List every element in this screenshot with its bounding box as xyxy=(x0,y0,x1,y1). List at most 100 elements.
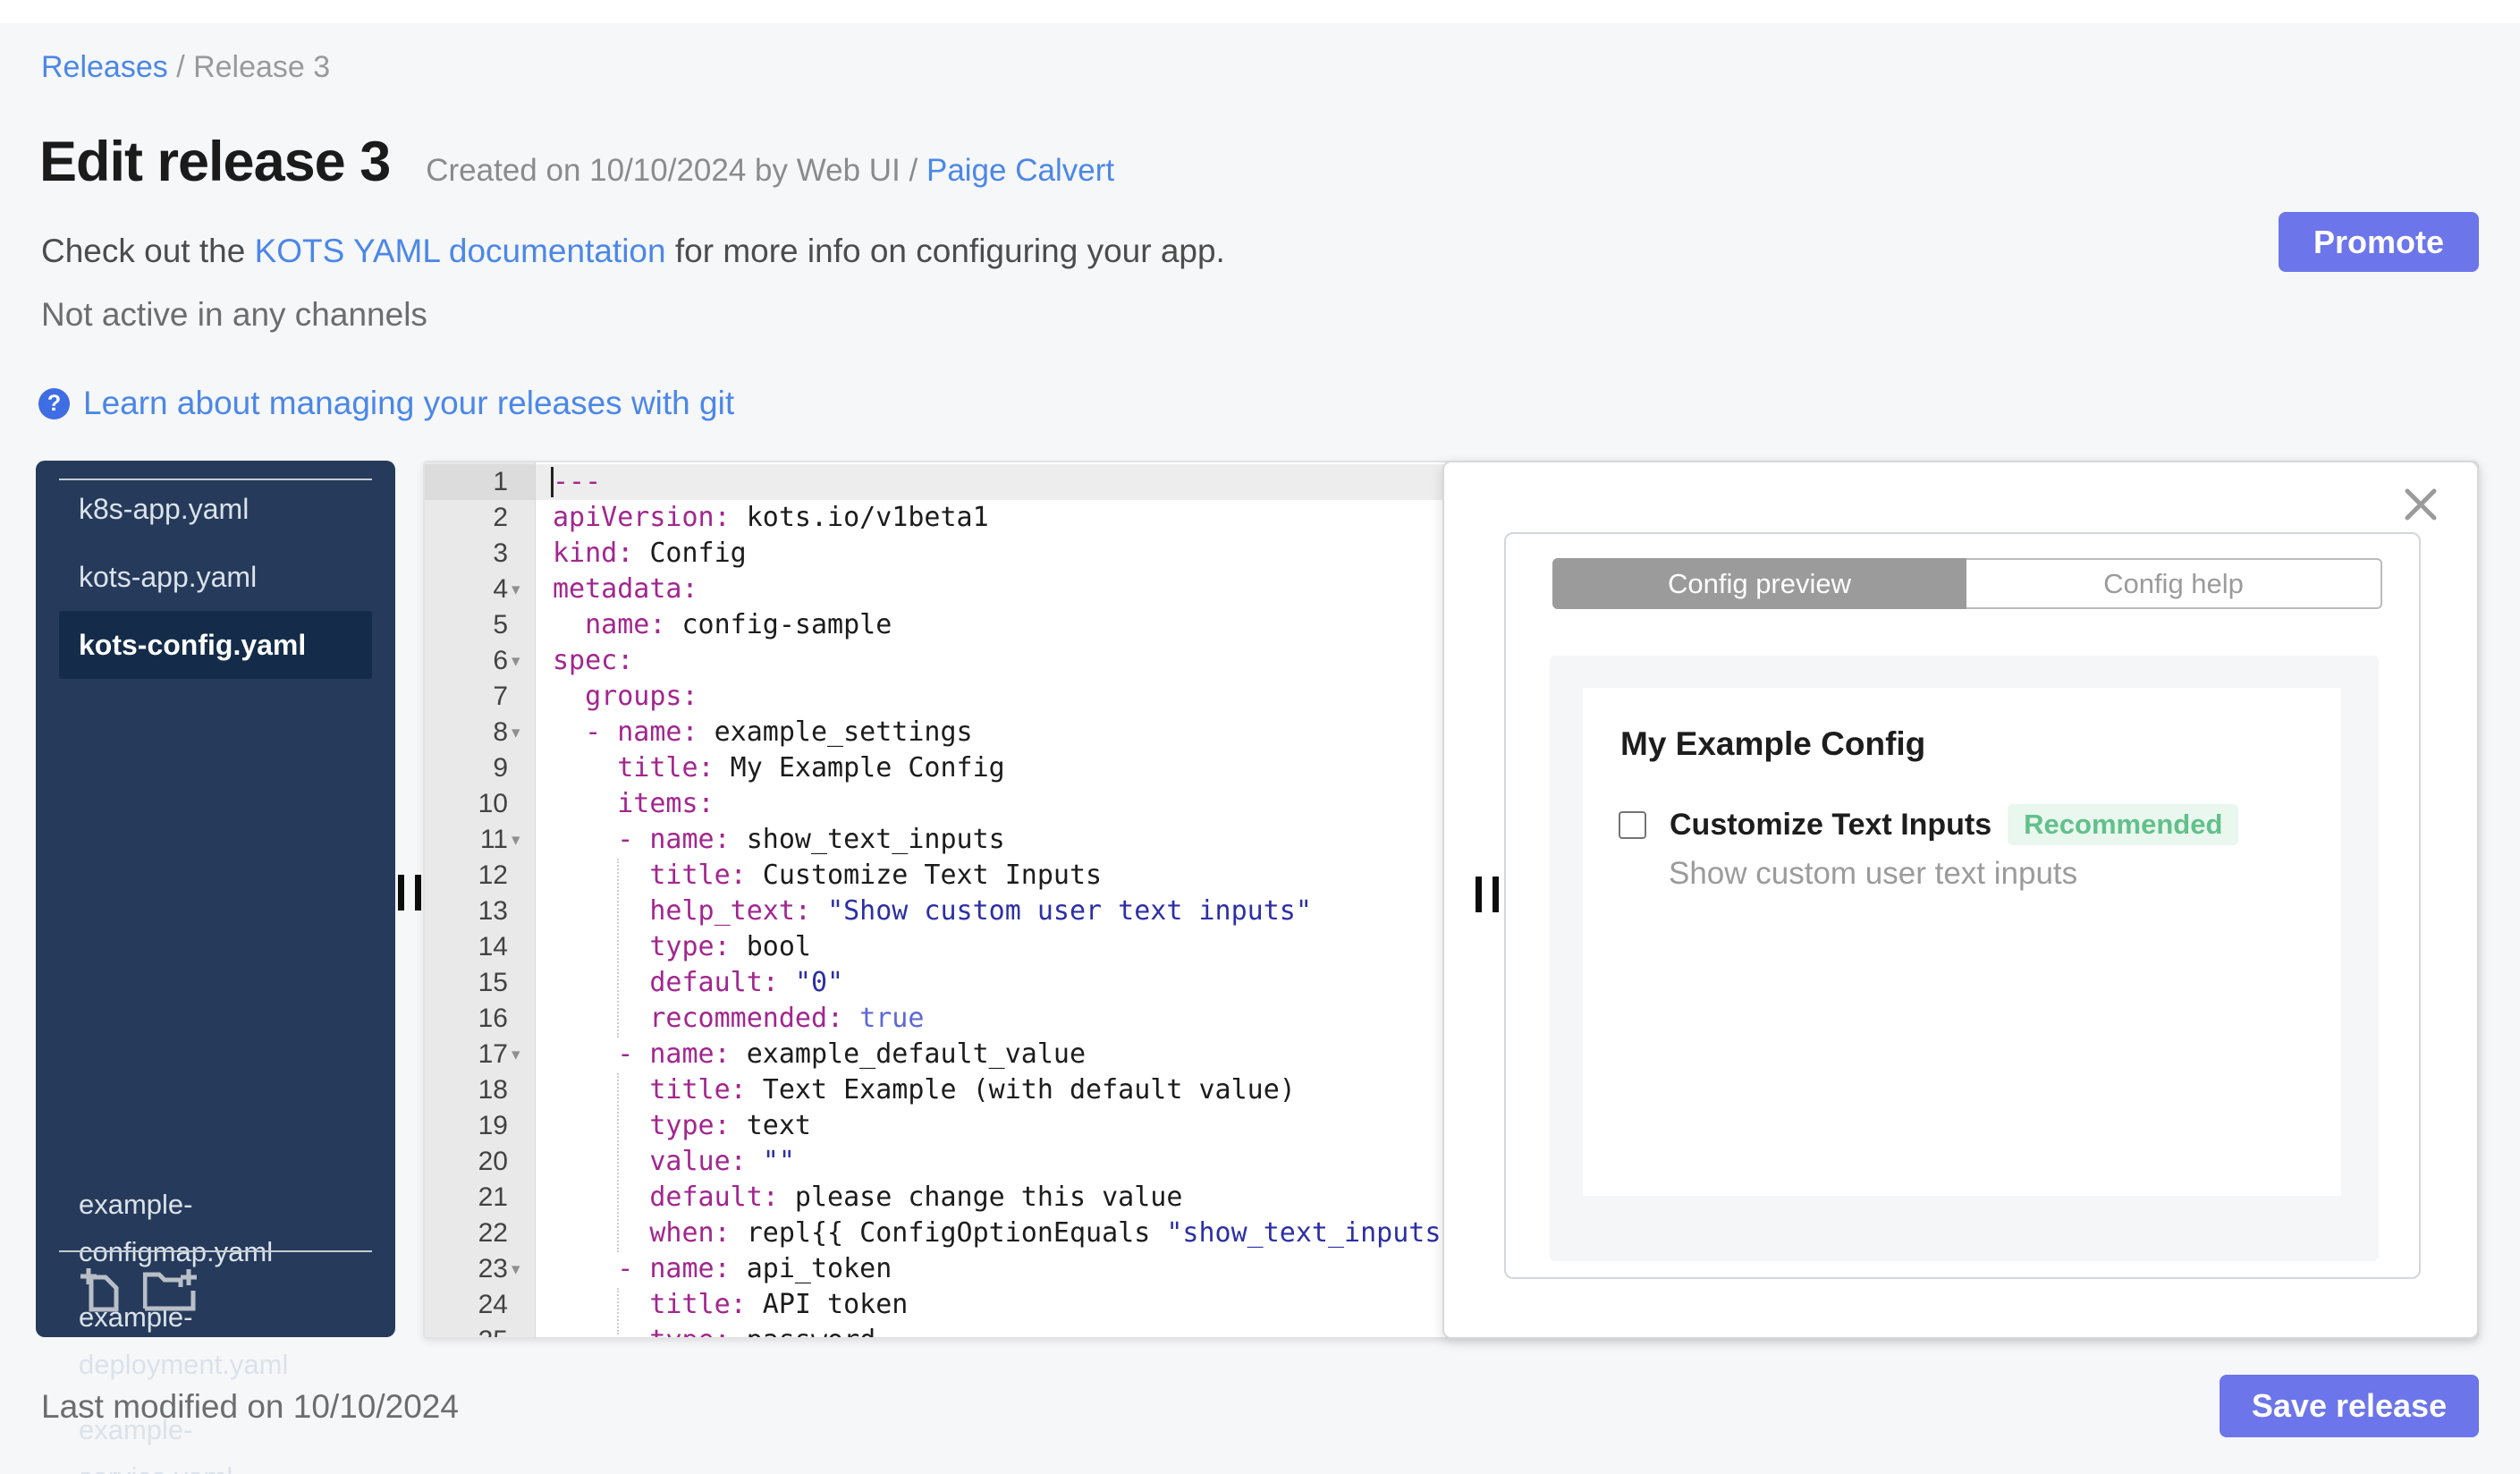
gutter-line-4: 4 ▾ xyxy=(425,572,535,607)
line-number: 22 xyxy=(478,1218,508,1248)
line-number: 8 xyxy=(493,717,508,747)
promote-button[interactable]: Promote xyxy=(2279,212,2479,272)
gutter-line-24: 24 xyxy=(425,1287,535,1323)
resize-grip-bar xyxy=(398,875,404,911)
line-number: 4 xyxy=(493,574,508,604)
line-number: 23 xyxy=(478,1254,508,1283)
new-folder-icon[interactable] xyxy=(142,1267,199,1317)
gutter-line-18: 18 xyxy=(425,1072,535,1108)
line-number: 3 xyxy=(493,538,508,568)
created-text: Created on 10/10/2024 by Web UI / xyxy=(426,153,926,188)
last-modified-text: Last modified on 10/10/2024 xyxy=(41,1388,459,1425)
breadcrumb: Releases / Release 3 xyxy=(41,50,330,85)
sidebar-file-list-top: k8s-app.yaml kots-app.yaml kots-config.yam… xyxy=(36,475,395,679)
line-number: 11 xyxy=(479,825,508,854)
gutter-line-22: 22 xyxy=(425,1216,535,1251)
kots-yaml-doc-link[interactable]: KOTS YAML documentation xyxy=(255,233,666,269)
gutter-line-14: 14 xyxy=(425,929,535,965)
top-strip xyxy=(0,0,2520,23)
recommended-badge: Recommended xyxy=(2008,804,2239,845)
line-number: 12 xyxy=(478,860,508,890)
fold-arrow-icon[interactable]: ▾ xyxy=(512,1252,520,1288)
gutter-line-19: 19 xyxy=(425,1108,535,1144)
customize-text-inputs-checkbox[interactable] xyxy=(1619,810,1646,839)
line-number: 5 xyxy=(493,610,508,640)
sidebar-footer xyxy=(59,1250,372,1323)
close-icon[interactable] xyxy=(2404,487,2438,521)
config-item-row: Customize Text Inputs Recommended xyxy=(1619,804,2239,845)
gutter-line-9: 9 xyxy=(425,750,535,786)
created-author-link[interactable]: Paige Calvert xyxy=(926,153,1114,188)
resize-grip-bar xyxy=(1493,877,1499,912)
line-number: 9 xyxy=(493,753,508,783)
line-number: 21 xyxy=(478,1182,508,1212)
gutter-line-5: 5 xyxy=(425,607,535,643)
gutter-line-17: 17 ▾ xyxy=(425,1037,535,1072)
sidebar-item-kots-app-yaml[interactable]: kots-app.yaml xyxy=(59,543,372,611)
gutter-line-21: 21 xyxy=(425,1180,535,1216)
line-number: 15 xyxy=(478,968,508,997)
line-number: 2 xyxy=(493,503,508,532)
fold-arrow-icon[interactable]: ▾ xyxy=(512,716,520,751)
gutter-line-25: 25 xyxy=(425,1323,535,1337)
sidebar-resize-handle[interactable] xyxy=(398,875,421,911)
indent-guide xyxy=(617,1288,619,1334)
fold-arrow-icon[interactable]: ▾ xyxy=(512,823,520,859)
tab-config-preview[interactable]: Config preview xyxy=(1552,558,1966,609)
panel-resize-handle[interactable] xyxy=(1476,877,1499,912)
created-info: Created on 10/10/2024 by Web UI / Paige … xyxy=(426,153,1114,189)
gutter-line-11: 11 ▾ xyxy=(425,822,535,858)
doc-suffix: for more info on configuring your app. xyxy=(665,233,1225,269)
gutter-line-16: 16 xyxy=(425,1001,535,1037)
config-item-label: Customize Text Inputs xyxy=(1670,807,1992,842)
gutter-line-10: 10 xyxy=(425,786,535,822)
line-number: 1 xyxy=(493,467,508,496)
release-editor-page: Releases / Release 3 Edit release 3 Crea… xyxy=(0,0,2520,1474)
line-number: 20 xyxy=(478,1147,508,1176)
gutter-line-3: 3 xyxy=(425,536,535,572)
config-preview-body: My Example Config Customize Text Inputs … xyxy=(1550,656,2379,1261)
fold-arrow-icon[interactable]: ▾ xyxy=(512,1038,520,1073)
line-number: 10 xyxy=(478,789,508,818)
doc-prefix: Check out the xyxy=(41,233,255,269)
gutter-line-15: 15 xyxy=(425,965,535,1001)
config-group-card: My Example Config Customize Text Inputs … xyxy=(1583,688,2341,1196)
line-number: 19 xyxy=(478,1111,508,1140)
line-number: 13 xyxy=(478,896,508,926)
gutter-line-8: 8 ▾ xyxy=(425,715,535,750)
config-item-help-text: Show custom user text inputs xyxy=(1669,856,2078,891)
gutter-line-6: 6 ▾ xyxy=(425,643,535,679)
fold-arrow-icon[interactable]: ▾ xyxy=(512,572,520,608)
question-mark-icon: ? xyxy=(38,387,70,419)
sidebar-item-k8s-app-yaml[interactable]: k8s-app.yaml xyxy=(59,475,372,543)
git-releases-link[interactable]: Learn about managing your releases with … xyxy=(83,385,734,422)
gutter-line-23: 23 ▾ xyxy=(425,1251,535,1287)
gutter-line-7: 7 xyxy=(425,679,535,715)
line-number: 17 xyxy=(478,1039,508,1069)
gutter-line-2: 2 xyxy=(425,500,535,536)
indent-guide xyxy=(617,859,619,1038)
line-number: 7 xyxy=(493,682,508,711)
line-number: 24 xyxy=(478,1290,508,1319)
line-number: 14 xyxy=(478,932,508,961)
line-number: 18 xyxy=(478,1075,508,1105)
fold-arrow-icon[interactable]: ▾ xyxy=(512,644,520,680)
save-release-button[interactable]: Save release xyxy=(2220,1375,2479,1437)
tab-config-help[interactable]: Config help xyxy=(1966,558,2382,609)
new-file-icon[interactable] xyxy=(79,1266,122,1317)
text-cursor xyxy=(551,467,554,497)
channel-status: Not active in any channels xyxy=(41,296,427,333)
config-card: Config preview Config help My Example Con… xyxy=(1504,532,2421,1279)
page-title: Edit release 3 xyxy=(39,131,391,193)
sidebar-item-kots-config-yaml[interactable]: kots-config.yaml xyxy=(59,611,372,679)
config-preview-panel: Config preview Config help My Example Con… xyxy=(1442,461,2479,1339)
gutter-line-20: 20 xyxy=(425,1144,535,1180)
breadcrumb-releases-link[interactable]: Releases xyxy=(41,50,168,84)
file-sidebar: k8s-app.yaml kots-app.yaml kots-config.yam… xyxy=(36,461,395,1474)
gutter-line-12: 12 xyxy=(425,858,535,894)
gutter-line-13: 13 xyxy=(425,894,535,929)
breadcrumb-separator: / xyxy=(167,50,194,84)
line-number: 6 xyxy=(493,646,508,675)
indent-guide xyxy=(617,1073,619,1252)
line-number: 16 xyxy=(478,1004,508,1033)
